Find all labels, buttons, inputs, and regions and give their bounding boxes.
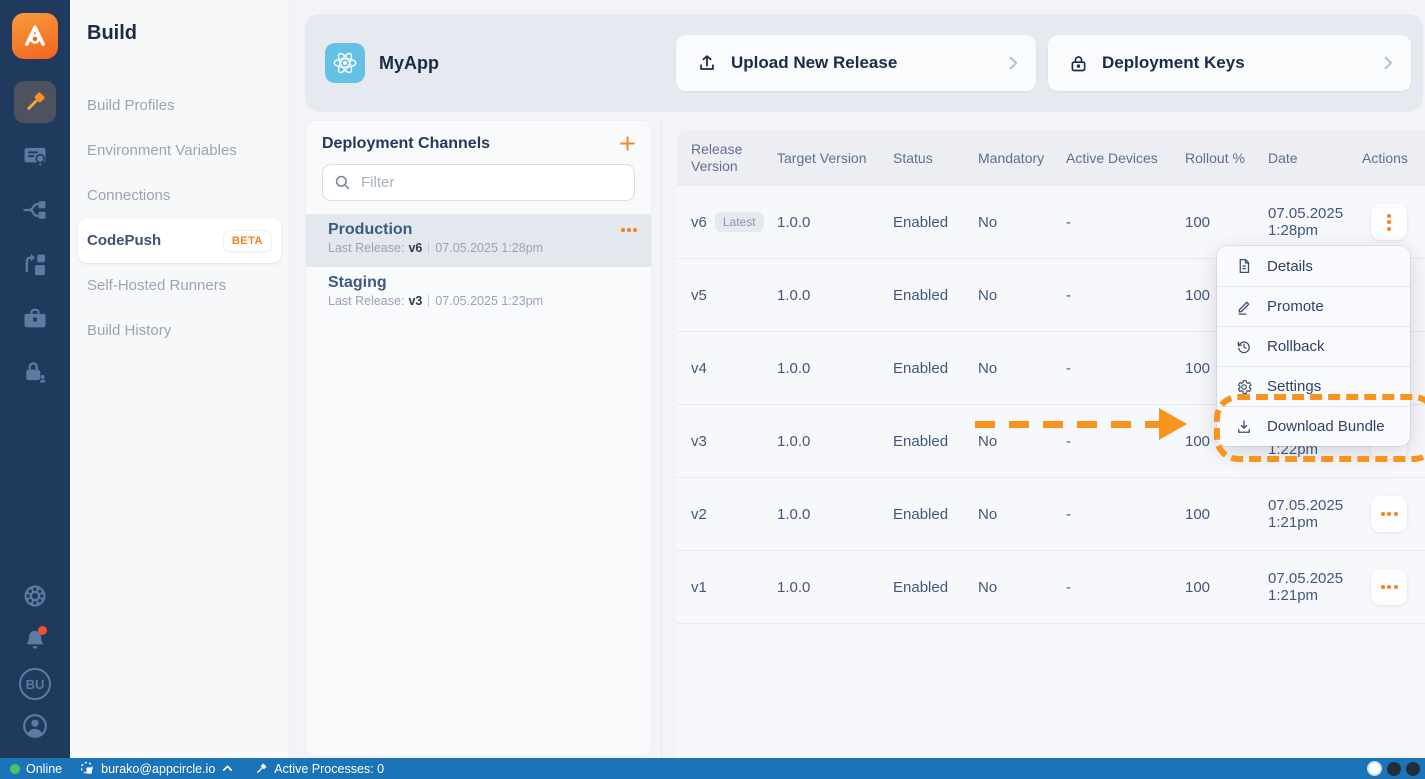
online-dot	[10, 763, 20, 774]
table-row-v2[interactable]: v2 1.0.0 Enabled No -100 07.05.2025 1:21pm	[677, 478, 1425, 551]
recorder-dot	[1387, 761, 1401, 776]
sidebar-item-build-history[interactable]: Build History	[70, 308, 289, 353]
menu-item-rollback[interactable]: Rollback	[1217, 326, 1410, 366]
recorder-dot	[1406, 761, 1420, 776]
table-row-v1[interactable]: v1 1.0.0 Enabled No -100 07.05.2025 1:21pm	[677, 551, 1425, 624]
table-header: Release Version Target Version Status Mand…	[677, 130, 1425, 186]
build-sidebar: Build Build Profiles Environment Variabl…	[70, 0, 290, 758]
channel-meta: Last Release: v3 07.05.2025 1:23pm	[328, 294, 544, 308]
search-icon	[333, 173, 352, 197]
online-label: Online	[26, 761, 63, 776]
upload-button-label: Upload New Release	[731, 53, 898, 72]
menu-item-promote[interactable]: Promote	[1217, 286, 1410, 326]
annotation-dashed-arrow-line	[975, 421, 1159, 428]
app-icon	[325, 43, 365, 83]
online-status: Online	[10, 762, 62, 776]
distribution-icon[interactable]	[21, 196, 49, 224]
status-bar: Online burako@appcircle.io Active Proces…	[0, 758, 1425, 779]
channels-title: Deployment Channels	[322, 134, 491, 152]
upload-icon	[700, 55, 714, 70]
app-name: MyApp	[379, 52, 439, 73]
enterprise-store-icon[interactable]	[21, 304, 49, 332]
row-actions-button[interactable]	[1371, 569, 1407, 605]
processes-label: Active Processes: 0	[274, 761, 385, 776]
plus-icon	[620, 136, 635, 151]
recorder-dots	[1367, 761, 1420, 776]
org-avatar[interactable]: BU	[19, 668, 51, 700]
rail-build-button[interactable]	[14, 81, 56, 123]
react-icon	[333, 52, 357, 74]
session-icon	[81, 761, 93, 774]
channel-item-production[interactable]: Production Last Release: v6 07.05.2025 1:2…	[306, 214, 651, 267]
hammer-icon	[27, 92, 45, 110]
deployment-channels-panel: Deployment Channels Production Last Rele…	[305, 120, 652, 757]
appcircle-logo[interactable]	[12, 13, 58, 59]
sidebar-item-connections[interactable]: Connections	[70, 173, 289, 218]
beta-badge: BETA	[223, 230, 271, 251]
gear-icon	[1235, 378, 1253, 396]
security-lock-icon[interactable]	[21, 358, 49, 386]
signing-identities-icon[interactable]	[21, 142, 49, 170]
notifications-bell-icon[interactable]	[21, 626, 49, 654]
account-email: burako@appcircle.io	[101, 761, 216, 776]
recorder-dot-active	[1367, 761, 1382, 776]
sidebar-item-codepush[interactable]: CodePush BETA	[78, 218, 281, 263]
latest-badge: Latest	[714, 212, 764, 232]
app-header: MyApp Upload New Release Deployment Keys	[305, 14, 1423, 112]
channel-filter-input[interactable]	[322, 164, 635, 201]
upload-new-release-button[interactable]: Upload New Release	[676, 35, 1036, 91]
publish-flow-icon[interactable]	[21, 250, 49, 278]
appcircle-logo-icon	[25, 25, 45, 46]
document-icon	[1235, 257, 1253, 275]
processes-icon	[257, 763, 267, 773]
channel-actions-button[interactable]	[621, 228, 637, 232]
chevron-up-icon[interactable]	[221, 762, 234, 775]
sidebar-item-build-profiles[interactable]: Build Profiles	[70, 83, 289, 128]
pencil-icon	[1235, 298, 1253, 316]
lock-icon	[1071, 55, 1086, 71]
channel-name: Staging	[328, 274, 387, 291]
chevron-right-icon	[1004, 54, 1022, 72]
sidebar-title: Build	[87, 22, 137, 44]
profile-avatar-icon[interactable]	[21, 712, 49, 740]
icon-rail: BU	[0, 0, 70, 758]
deployment-keys-button[interactable]: Deployment Keys	[1048, 35, 1411, 91]
history-icon	[1235, 338, 1253, 356]
annotation-arrowhead	[1159, 408, 1187, 440]
settings-gear-icon[interactable]	[21, 582, 49, 610]
channel-item-staging[interactable]: Staging Last Release: v3 07.05.2025 1:23pm	[306, 267, 651, 320]
chevron-right-icon	[1379, 54, 1397, 72]
menu-item-details[interactable]: Details	[1217, 246, 1410, 286]
row-actions-button-open[interactable]	[1371, 204, 1407, 240]
account-status[interactable]: burako@appcircle.io	[80, 761, 234, 776]
notification-dot	[38, 626, 47, 635]
keys-button-label: Deployment Keys	[1102, 53, 1245, 72]
codepush-label: CodePush	[87, 232, 162, 249]
add-channel-button[interactable]	[618, 134, 637, 153]
panel-divider	[661, 120, 662, 759]
annotation-highlight-box	[1214, 394, 1425, 462]
row-actions-button[interactable]	[1371, 496, 1407, 532]
active-processes[interactable]: Active Processes: 0	[254, 762, 384, 776]
sidebar-item-self-hosted-runners[interactable]: Self-Hosted Runners	[70, 263, 289, 308]
channel-name: Production	[328, 221, 413, 238]
sidebar-item-environment-variables[interactable]: Environment Variables	[70, 128, 289, 173]
channel-meta: Last Release: v6 07.05.2025 1:28pm	[328, 241, 544, 255]
